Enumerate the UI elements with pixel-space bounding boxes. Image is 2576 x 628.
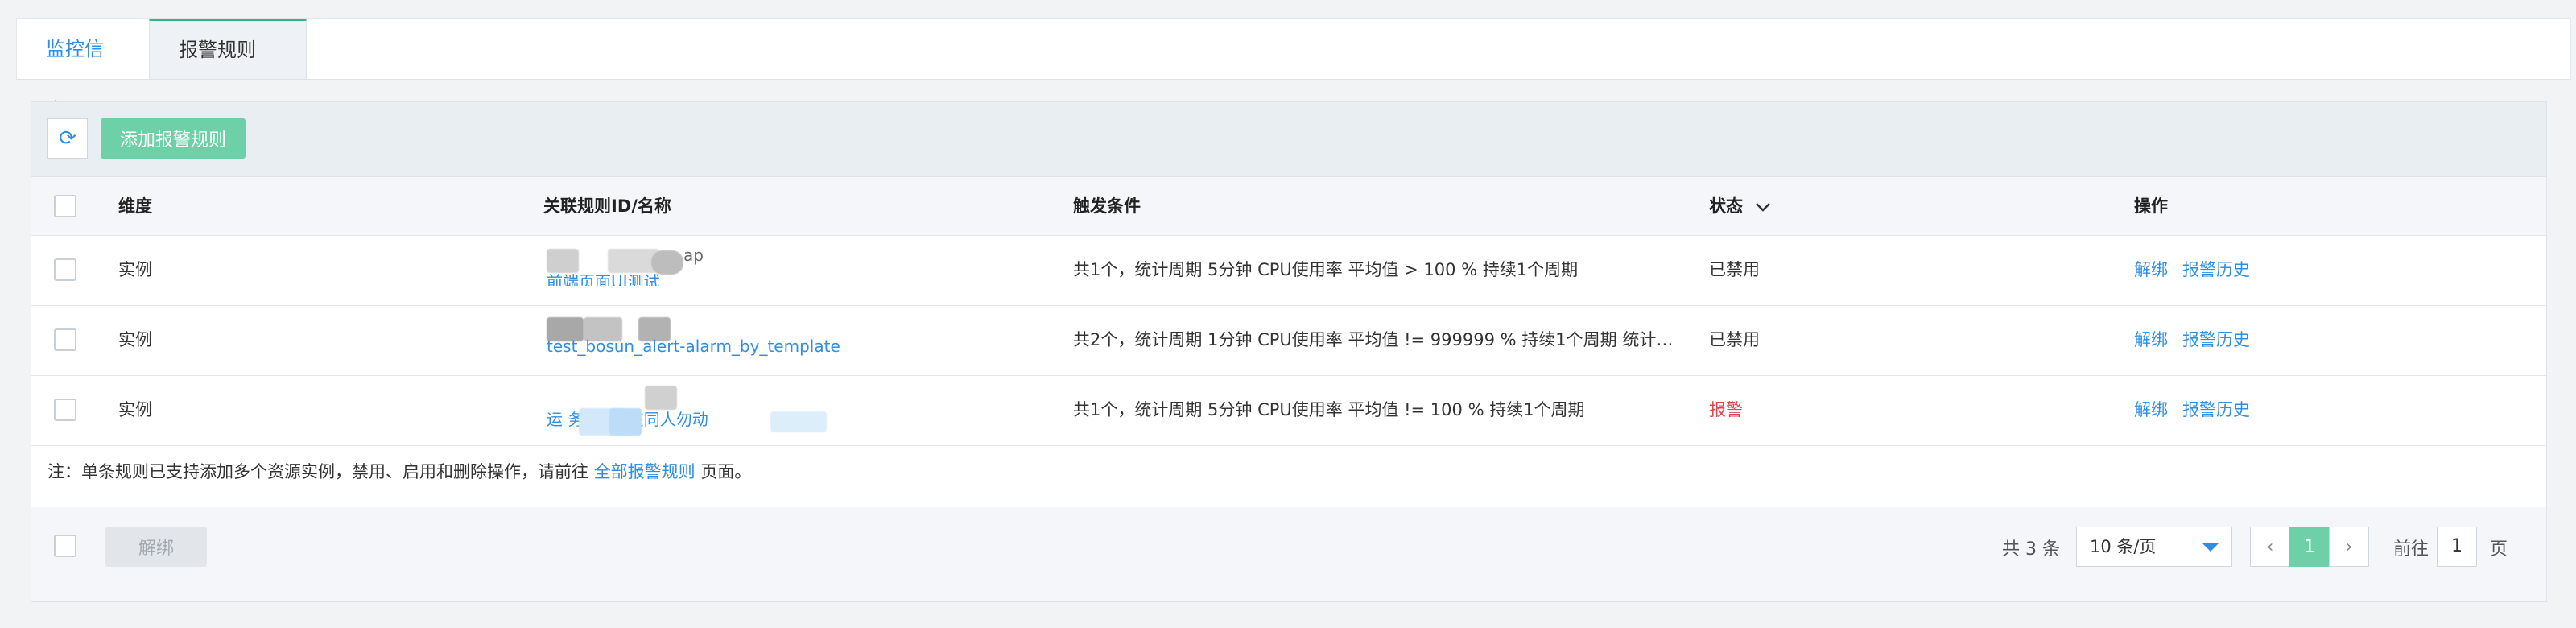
tab-bar: 监控信息 报警规则 [16,18,2571,122]
page-number-1[interactable]: 1 [2289,527,2330,567]
chevron-down-icon [1755,195,1771,217]
redacted-block [645,386,677,410]
status-text: 报警 [1709,400,1743,419]
page-size-value: 10 条/页 [2090,537,2157,556]
row-checkbox[interactable] [54,258,76,281]
row-dimension: 实例 [118,400,152,419]
alarm-rules-panel: ⟳ 添加报警规则 维度 关联规则ID/名称 触发条件 状态 操作 实例 ap 前… [31,101,2547,602]
rule-name-link[interactable]: test_bosun_alert-alarm_by_template [547,338,840,356]
caret-down-icon [2202,543,2219,552]
redacted-block [609,408,642,436]
pagination: ‹ 1 › [2250,527,2369,567]
row-checkbox[interactable] [54,328,76,351]
chevron-left-icon: ‹ [2266,536,2274,557]
status-text: 已禁用 [1709,260,1760,279]
goto-label: 前往 [2393,539,2429,560]
table-row: 实例 ap 前端页面UI测试 共1个，统计周期 5分钟 CPU使用率 平均值 >… [31,236,2546,306]
tab-alarm-rules[interactable]: 报警规则 [149,19,307,80]
next-page-button[interactable]: › [2329,527,2369,567]
header-actions: 操作 [2134,196,2168,216]
refresh-button[interactable]: ⟳ [47,118,88,159]
note-prefix: 注：单条规则已支持添加多个资源实例，禁用、启用和删除操作，请前往 [47,462,588,481]
tabs-divider [16,79,2570,80]
alarm-history-link[interactable]: 报警历史 [2182,399,2250,421]
note-text: 注：单条规则已支持添加多个资源实例，禁用、启用和删除操作，请前往 全部报警规则 … [31,437,2546,506]
page-size-select[interactable]: 10 条/页 [2076,527,2232,567]
toolbar: ⟳ 添加报警规则 [31,102,2546,177]
header-condition: 触发条件 [1073,196,1141,216]
total-count: 共 3 条 [2002,539,2060,560]
rule-id: ap [683,246,704,265]
header-status[interactable]: 状态 [1709,195,1771,217]
trigger-condition: 共1个，统计周期 5分钟 CPU使用率 平均值 != 100 % 持续1个周期 [1073,400,1585,419]
note-suffix: 页面。 [700,462,752,481]
table-header: 维度 关联规则ID/名称 触发条件 状态 操作 [31,177,2546,236]
tab-monitor-info[interactable]: 监控信息 [17,19,149,122]
row-checkbox[interactable] [54,399,76,421]
unbind-link[interactable]: 解绑 [2134,258,2168,281]
header-dimension: 维度 [118,196,152,216]
table-row: 实例 运 务监控--在同人勿动 共1个，统计周期 5分钟 CPU使用率 平均值 … [31,376,2546,446]
unbind-link[interactable]: 解绑 [2134,328,2168,351]
rule-name-link[interactable]: 前端页面UI测试 [547,271,660,286]
goto-page-input[interactable]: 1 [2437,527,2477,567]
prev-page-button[interactable]: ‹ [2250,527,2290,567]
alarm-history-link[interactable]: 报警历史 [2182,258,2250,281]
status-text: 已禁用 [1709,330,1760,349]
trigger-condition: 共2个，统计周期 1分钟 CPU使用率 平均值 != 999999 % 持续1个… [1073,330,1674,349]
alarm-history-link[interactable]: 报警历史 [2182,328,2250,351]
redacted-block [770,411,827,432]
chevron-right-icon: › [2345,536,2353,557]
footer-select-all-checkbox[interactable] [54,535,76,557]
table-row: 实例 test_bosun_alert-alarm_by_template 共2… [31,306,2546,376]
redacted-block [547,249,579,273]
header-rule: 关联规则ID/名称 [543,196,671,216]
page-unit-label: 页 [2490,539,2508,560]
all-alarm-rules-link[interactable]: 全部报警规则 [594,462,696,481]
row-dimension: 实例 [118,330,152,349]
trigger-condition: 共1个，统计周期 5分钟 CPU使用率 平均值 > 100 % 持续1个周期 [1073,260,1579,279]
unbind-link[interactable]: 解绑 [2134,399,2168,421]
bulk-unbind-button[interactable]: 解绑 [105,527,207,567]
select-all-checkbox[interactable] [54,195,76,217]
table-footer: 解绑 共 3 条 10 条/页 ‹ 1 › 前往 1 页 [31,507,2546,601]
add-alarm-rule-button[interactable]: 添加报警规则 [101,118,246,159]
page: 监控信息 报警规则 ⟳ 添加报警规则 维度 关联规则ID/名称 触发条件 状态 … [0,0,2576,628]
row-dimension: 实例 [118,260,152,279]
header-status-label: 状态 [1709,196,1743,216]
refresh-icon: ⟳ [59,126,76,151]
